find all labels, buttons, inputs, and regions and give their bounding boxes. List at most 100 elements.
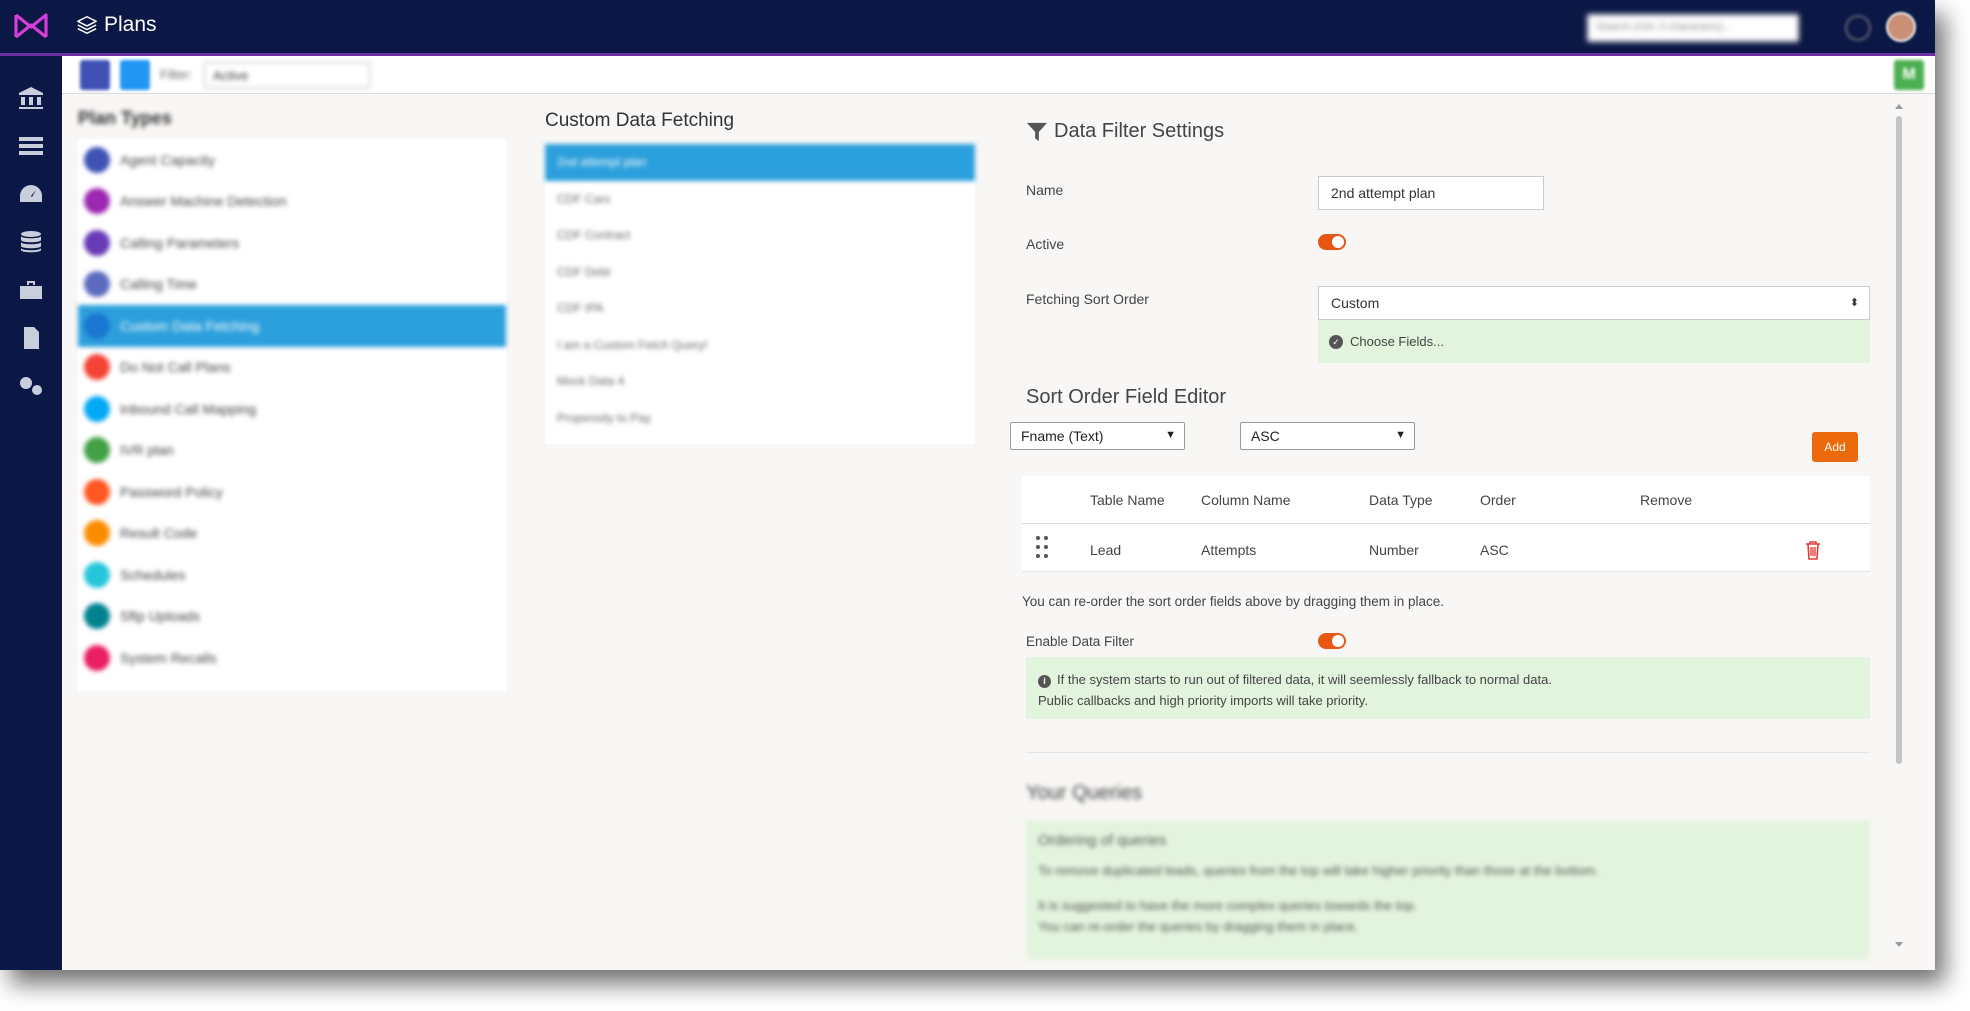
- column-header: Remove: [1640, 492, 1693, 508]
- toolbar: Filter: Active M: [62, 56, 1935, 94]
- plan-types-title: Plan Types: [78, 108, 172, 128]
- settings-title-text: Data Filter Settings: [1054, 120, 1225, 142]
- fetching-list-item[interactable]: CDF Debt: [545, 254, 975, 291]
- fetching-list-item[interactable]: 2nd attempt plan: [545, 144, 975, 181]
- chevron-down-icon: ▼: [1165, 429, 1176, 441]
- fetching-sort-order-select[interactable]: Custom ⬍: [1318, 286, 1870, 320]
- plan-type-item[interactable]: IVR plan: [78, 430, 506, 472]
- bank-icon[interactable]: [17, 86, 45, 110]
- fetching-list-item[interactable]: I am a Custom Fetch Query!: [545, 327, 975, 364]
- queries-info-box: Ordering of queries To remove duplicated…: [1026, 820, 1870, 960]
- plan-type-icon: [84, 395, 110, 422]
- fetching-list-item[interactable]: Mock Data 4: [545, 363, 975, 400]
- database-icon[interactable]: [17, 230, 45, 254]
- plan-type-label: Do Not Call Plans: [120, 359, 231, 376]
- check-circle-icon: ✓: [1329, 335, 1343, 349]
- custom-data-fetching-panel: Custom Data Fetching 2nd attempt plan CDF…: [545, 110, 975, 444]
- plan-type-icon: [84, 271, 110, 298]
- plan-type-label: Calling Parameters: [120, 234, 240, 251]
- plan-type-icon: [84, 603, 110, 630]
- plan-type-item[interactable]: Do Not Call Plans: [78, 347, 506, 389]
- settings-gears-icon[interactable]: [17, 374, 45, 398]
- briefcase-icon[interactable]: [17, 278, 45, 302]
- plan-type-item[interactable]: Custom Data Fetching: [78, 305, 506, 347]
- choose-fields-text: Choose Fields...: [1350, 334, 1444, 349]
- plan-type-item[interactable]: Result Code: [78, 513, 506, 555]
- active-toggle[interactable]: [1318, 234, 1346, 250]
- scrollbar-thumb[interactable]: [1896, 116, 1902, 764]
- new-document-button[interactable]: [80, 60, 110, 90]
- dashboard-icon[interactable]: [17, 182, 45, 206]
- plan-type-label: Password Policy: [120, 483, 223, 500]
- plan-type-item[interactable]: Agent Capacity: [78, 139, 506, 181]
- plan-type-icon: [84, 312, 110, 339]
- plan-type-item[interactable]: Password Policy: [78, 471, 506, 513]
- document-icon[interactable]: [17, 326, 45, 350]
- plan-type-item[interactable]: Calling Time: [78, 264, 506, 306]
- plan-type-icon: [84, 146, 110, 173]
- sort-order-field-editor-title: Sort Order Field Editor: [1026, 386, 1227, 408]
- table-name-cell: Lead: [1090, 542, 1122, 558]
- order-select-value: ASC: [1251, 428, 1280, 444]
- info-icon: i: [1038, 675, 1051, 688]
- m-app-button[interactable]: M: [1894, 60, 1924, 90]
- enable-data-filter-toggle[interactable]: [1318, 633, 1346, 649]
- column-header: Table Name: [1090, 492, 1165, 508]
- scroll-up-icon[interactable]: [1895, 104, 1903, 109]
- list-icon[interactable]: [17, 134, 45, 158]
- layers-icon: [77, 16, 97, 34]
- fetching-title: Custom Data Fetching: [545, 110, 735, 131]
- fetching-list: 2nd attempt plan CDF Cars CDF Contract CDF …: [545, 144, 975, 444]
- plan-type-icon: [84, 229, 110, 256]
- plan-type-label: Result Code: [120, 525, 198, 542]
- plan-type-label: Calling Time: [120, 276, 198, 293]
- global-search-input[interactable]: Search (min 3 characters)...: [1587, 14, 1799, 42]
- plan-type-item[interactable]: System Recalls: [78, 637, 506, 679]
- plan-type-label: System Recalls: [120, 649, 217, 666]
- plan-type-label: Inbound Call Mapping: [120, 400, 257, 417]
- plan-type-icon: [84, 520, 110, 547]
- choose-fields-note[interactable]: ✓ Choose Fields...: [1318, 320, 1870, 363]
- scroll-down-icon[interactable]: [1895, 942, 1903, 947]
- plan-type-icon: [84, 561, 110, 588]
- plan-type-icon: [84, 644, 110, 671]
- notifications-icon[interactable]: [1845, 15, 1871, 41]
- drag-handle-icon[interactable]: [1036, 536, 1048, 560]
- top-bar: Plans Search (min 3 characters)...: [0, 0, 1935, 56]
- field-select-value: Fname (Text): [1021, 428, 1104, 444]
- plan-type-label: IVR plan: [120, 442, 174, 459]
- plan-type-icon: [84, 437, 110, 464]
- plan-type-icon: [84, 478, 110, 505]
- user-avatar[interactable]: [1886, 12, 1916, 42]
- plan-type-item[interactable]: Calling Parameters: [78, 222, 506, 264]
- fallback-info-box: i If the system starts to run out of filt…: [1026, 657, 1870, 719]
- field-select[interactable]: Fname (Text) ▼: [1010, 422, 1185, 450]
- order-select[interactable]: ASC ▼: [1240, 422, 1415, 450]
- plan-type-item[interactable]: Answer Machine Detection: [78, 181, 506, 223]
- your-queries-title: Your Queries: [1026, 782, 1142, 804]
- copy-button[interactable]: [120, 60, 150, 90]
- trash-icon[interactable]: [1804, 540, 1822, 560]
- brand-logo-icon[interactable]: [14, 13, 48, 39]
- queries-line-1: To remove duplicated leads, queries from…: [1038, 863, 1599, 878]
- column-header: Order: [1480, 492, 1516, 508]
- fetching-list-item[interactable]: Propensity to Pay: [545, 400, 975, 437]
- add-button[interactable]: Add: [1812, 432, 1858, 462]
- column-header: Data Type: [1369, 492, 1433, 508]
- plan-type-item[interactable]: Sftp Uploads: [78, 596, 506, 638]
- fetching-list-item[interactable]: CDF Contract: [545, 217, 975, 254]
- scrollbar[interactable]: [1892, 100, 1906, 952]
- filter-select[interactable]: Active: [204, 62, 370, 88]
- reorder-note: You can re-order the sort order fields a…: [1022, 594, 1445, 609]
- fetching-list-item[interactable]: CDF IPA: [545, 290, 975, 327]
- table-row[interactable]: Lead Attempts Number ASC: [1022, 524, 1870, 572]
- filter-icon: [1026, 122, 1048, 141]
- fetching-list-item[interactable]: CDF Cars: [545, 181, 975, 218]
- plan-type-item[interactable]: Inbound Call Mapping: [78, 388, 506, 430]
- plan-type-item[interactable]: Schedules: [78, 554, 506, 596]
- name-input[interactable]: 2nd attempt plan: [1318, 176, 1544, 210]
- table-header-row: Table Name Column Name Data Type Order R…: [1022, 476, 1870, 524]
- app-window: Plans Search (min 3 characters)... Filte…: [0, 0, 1935, 970]
- column-header: Column Name: [1201, 492, 1291, 508]
- app-title-text: Plans: [104, 13, 157, 36]
